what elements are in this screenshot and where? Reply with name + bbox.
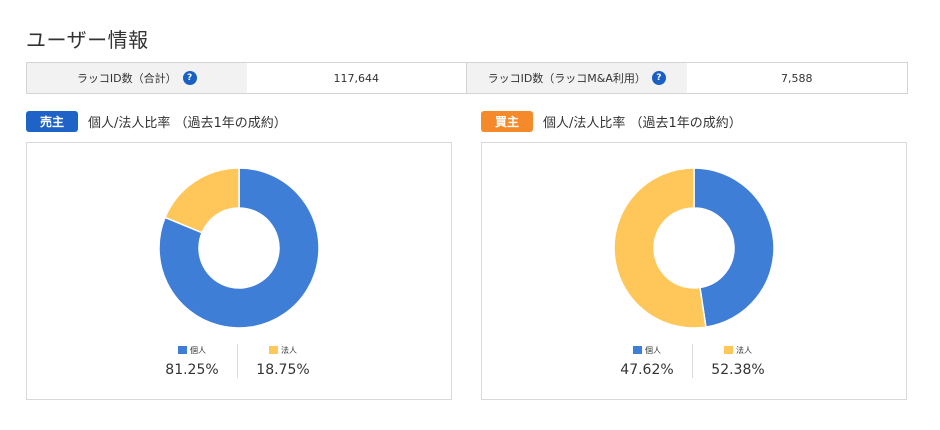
legend-label: 法人 — [281, 345, 297, 355]
legend-percent: 52.38% — [711, 362, 765, 378]
legend-item-corporate: 法人 52.38% — [693, 344, 783, 379]
page-title: ユーザー情報 — [26, 28, 149, 52]
buyer-section-header: 買主 個人/法人比率 （過去1年の成約） — [481, 111, 742, 132]
seller-section-title: 個人/法人比率 （過去1年の成約） — [88, 116, 287, 131]
seller-legend: 個人 81.25% 法人 18.75% — [147, 344, 328, 378]
legend-label: 法人 — [736, 345, 752, 355]
legend-percent: 81.25% — [165, 362, 219, 378]
buyer-section-title: 個人/法人比率 （過去1年の成約） — [543, 116, 742, 131]
seller-section-header: 売主 個人/法人比率 （過去1年の成約） — [26, 111, 287, 132]
seller-badge: 売主 — [26, 111, 78, 132]
legend-label: 個人 — [645, 345, 661, 355]
legend-swatch-individual — [633, 346, 642, 354]
stat-value-ma-ids: 7,588 — [781, 71, 813, 85]
legend-swatch-corporate — [269, 346, 278, 354]
help-icon[interactable]: ? — [182, 71, 197, 85]
legend-swatch-individual — [178, 346, 187, 354]
stat-label-ma-ids: ラッコID数（ラッコM&A利用） ? — [467, 63, 687, 93]
help-icon[interactable]: ? — [651, 71, 666, 85]
stat-label-text: ラッコID数（合計） — [76, 72, 177, 85]
stat-label-text: ラッコID数（ラッコM&A利用） — [487, 72, 646, 85]
stat-value-total-ids: 117,644 — [247, 63, 467, 93]
legend-label: 個人 — [190, 345, 206, 355]
legend-item-individual: 個人 81.25% — [147, 344, 237, 379]
stat-label-total-ids: ラッコID数（合計） ? — [27, 63, 247, 93]
donut-slice-individual[interactable] — [693, 167, 775, 328]
user-stats-table: ラッコID数（合計） ? 117,644 ラッコID数（ラッコM&A利用） ? … — [26, 62, 908, 94]
legend-item-corporate: 法人 18.75% — [238, 344, 328, 379]
legend-item-individual: 個人 47.62% — [602, 344, 692, 379]
donut-slice-corporate[interactable] — [613, 167, 707, 329]
buyer-badge: 買主 — [481, 111, 533, 132]
legend-percent: 47.62% — [620, 362, 674, 378]
buyer-legend: 個人 47.62% 法人 52.38% — [602, 344, 783, 378]
legend-swatch-corporate — [724, 346, 733, 354]
legend-percent: 18.75% — [256, 362, 310, 378]
